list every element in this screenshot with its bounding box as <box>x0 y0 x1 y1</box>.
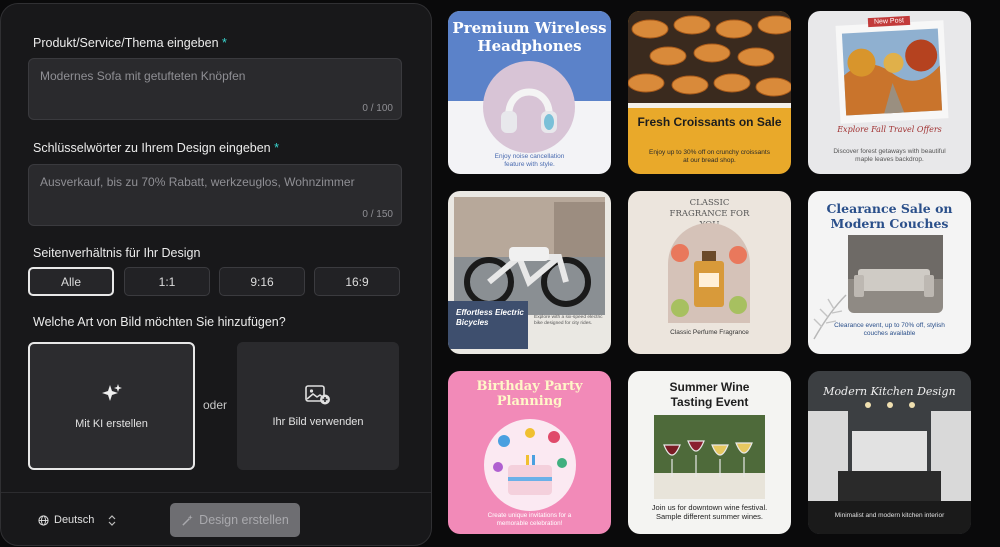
create-design-button[interactable]: Design erstellen <box>170 503 300 537</box>
template-card-fall-travel[interactable]: New Post Explore Fall Travel Offers Disc… <box>808 11 971 174</box>
product-label: Produkt/Service/Thema eingeben * <box>33 36 227 50</box>
card-title: Summer Wine Tasting Event <box>669 380 750 409</box>
couch-photo <box>848 235 943 313</box>
keywords-label: Schlüsselwörter zu Ihrem Design eingeben… <box>33 141 279 155</box>
required-mark: * <box>222 36 227 50</box>
ai-option-label: Mit KI erstellen <box>75 418 148 430</box>
ratio-1-1-button[interactable]: 1:1 <box>124 267 210 296</box>
wine-photo <box>654 415 765 499</box>
bicycle-photo <box>454 197 605 315</box>
image-add-icon <box>305 385 330 405</box>
card-caption: Minimalist and modern kitchen interior <box>834 512 945 519</box>
product-label-text: Produkt/Service/Thema eingeben <box>33 36 219 50</box>
product-char-count: 0 / 100 <box>362 103 393 114</box>
template-card-croissants[interactable]: Fresh Croissants on Sale Enjoy up to 30%… <box>628 11 791 174</box>
card-caption: Join us for downtown wine festival. Samp… <box>651 503 768 521</box>
card-caption: Enjoy up to 30% off on crunchy croissant… <box>649 149 770 164</box>
keywords-char-count: 0 / 150 <box>362 209 393 220</box>
template-card-fragrance[interactable]: CLASSIC FRAGRANCE FOR YOU Classic Perfum… <box>628 191 791 354</box>
keywords-input[interactable]: Ausverkauf, bis zu 70% Rabatt, werkzeugl… <box>28 164 402 226</box>
card-caption: Explore with a six-speed electric bike d… <box>534 315 603 326</box>
cake-photo <box>484 419 576 511</box>
polaroid-frame <box>835 20 949 124</box>
template-card-birthday[interactable]: Birthday Party Planning Create unique in… <box>448 371 611 534</box>
image-type-label: Welche Art von Bild möchten Sie hinzufüg… <box>33 315 286 329</box>
product-photo-headphones <box>483 61 575 153</box>
template-card-wine[interactable]: Summer Wine Tasting Event Join us for do… <box>628 371 791 534</box>
globe-icon <box>38 514 49 526</box>
own-image-label: Ihr Bild verwenden <box>272 416 364 428</box>
language-selector[interactable]: Deutsch <box>38 514 116 526</box>
card-caption: Clearance event, up to 70% off, stylish … <box>834 322 945 337</box>
keywords-label-text: Schlüsselwörter zu Ihrem Design eingeben <box>33 141 271 155</box>
card-title: Explore Fall Travel Offers <box>837 125 942 134</box>
sparkles-icon <box>101 384 122 401</box>
card-title: Modern Kitchen Design <box>823 385 956 398</box>
ratio-9-16-button[interactable]: 9:16 <box>219 267 305 296</box>
card-title: Birthday Party Planning <box>476 379 583 409</box>
ratio-label: Seitenverhältnis für Ihr Design <box>33 246 201 260</box>
chevron-updown-icon <box>108 514 116 526</box>
product-placeholder: Modernes Sofa mit getufteten Knöpfen <box>40 69 246 83</box>
perfume-photo <box>668 223 750 323</box>
card-caption: Discover forest getaways with beautiful … <box>833 148 946 163</box>
card-title: Effortless Electric Bicycles <box>456 308 524 327</box>
ai-create-option[interactable]: Mit KI erstellen <box>28 342 195 470</box>
ratio-all-button[interactable]: Alle <box>28 267 114 296</box>
card-title: Fresh Croissants on Sale <box>637 115 782 129</box>
card-caption: Classic Perfume Fragrance <box>670 329 749 336</box>
card-title: Premium Wireless Headphones <box>452 19 607 55</box>
product-input[interactable]: Modernes Sofa mit getufteten Knöpfen 0 /… <box>28 58 402 120</box>
footer-divider <box>1 492 431 493</box>
or-text: oder <box>203 398 228 412</box>
croissant-photo <box>628 11 791 106</box>
ratio-16-9-button[interactable]: 16:9 <box>314 267 400 296</box>
template-card-headphones[interactable]: Premium Wireless Headphones Enjoy noise … <box>448 11 611 174</box>
template-card-kitchen[interactable]: Modern Kitchen Design Minimalist and mod… <box>808 371 971 534</box>
language-label: Deutsch <box>54 514 95 526</box>
required-mark: * <box>274 141 279 155</box>
keywords-placeholder: Ausverkauf, bis zu 70% Rabatt, werkzeugl… <box>40 175 355 189</box>
card-caption: Enjoy noise cancellation feature with st… <box>494 153 565 168</box>
create-button-label: Design erstellen <box>199 513 289 527</box>
card-rule <box>628 103 791 108</box>
template-card-bicycle[interactable]: Effortless Electric Bicycles Explore wit… <box>448 191 611 354</box>
own-image-option[interactable]: Ihr Bild verwenden <box>237 342 399 470</box>
card-title: Clearance Sale on Modern Couches <box>826 201 953 231</box>
wand-icon <box>182 514 193 526</box>
card-caption: Create unique invitations for a memorabl… <box>487 512 572 527</box>
design-form-panel: Produkt/Service/Thema eingeben * Moderne… <box>0 3 432 546</box>
template-card-couches[interactable]: Clearance Sale on Modern Couches Clearan… <box>808 191 971 354</box>
